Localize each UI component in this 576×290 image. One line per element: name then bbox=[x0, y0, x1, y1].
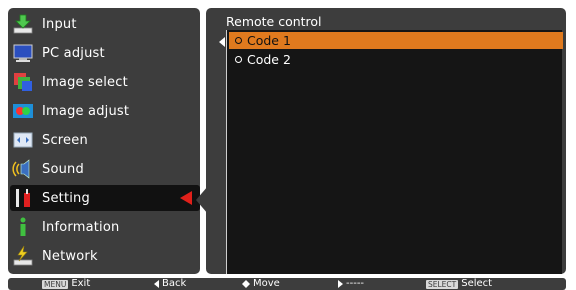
menu-item-image-select[interactable]: Image select bbox=[10, 69, 200, 95]
menu-item-setting[interactable]: Setting bbox=[10, 185, 200, 211]
network-icon bbox=[12, 245, 34, 267]
option-label: Code 2 bbox=[247, 52, 291, 67]
select-hint: SELECT Select bbox=[426, 278, 492, 290]
submenu-title: Remote control bbox=[226, 14, 322, 29]
osd-screen: Input PC adjust Image select Image adjus… bbox=[0, 0, 576, 290]
menu-item-label: Image adjust bbox=[42, 103, 130, 119]
menu-item-label: Sound bbox=[42, 161, 84, 177]
menu-item-network[interactable]: Network bbox=[10, 243, 200, 269]
options-list: Code 1 Code 2 bbox=[226, 30, 563, 274]
menu-item-screen[interactable]: Screen bbox=[10, 127, 200, 153]
information-icon bbox=[12, 216, 34, 238]
image-adjust-icon bbox=[12, 100, 34, 122]
menu-item-information[interactable]: Information bbox=[10, 214, 200, 240]
back-hint: Back bbox=[154, 278, 186, 290]
option-label: Code 1 bbox=[247, 33, 291, 48]
menu-item-label: Network bbox=[42, 248, 98, 264]
submenu-panel: Remote control Code 1 Code 2 bbox=[206, 8, 566, 274]
move-hint: Move bbox=[242, 278, 280, 290]
menu-item-sound[interactable]: Sound bbox=[10, 156, 200, 182]
setting-icon bbox=[12, 187, 34, 209]
image-select-icon bbox=[12, 71, 34, 93]
menu-item-label: PC adjust bbox=[42, 45, 105, 61]
back-arrow-icon[interactable] bbox=[219, 37, 225, 47]
option-code-2[interactable]: Code 2 bbox=[229, 51, 563, 68]
select-label: Select bbox=[461, 278, 493, 289]
select-key-label: SELECT bbox=[426, 279, 459, 289]
pc-adjust-icon bbox=[12, 42, 34, 64]
menu-item-label: Setting bbox=[42, 190, 90, 206]
exit-hint: MENU Exit bbox=[42, 278, 90, 290]
key-guide-bar: MENU Exit Back Move ----- SELECT Select bbox=[8, 278, 566, 290]
menu-item-image-adjust[interactable]: Image adjust bbox=[10, 98, 200, 124]
next-hint: ----- bbox=[338, 278, 364, 290]
selected-arrow-icon bbox=[180, 191, 192, 205]
menu-item-label: Input bbox=[42, 16, 77, 32]
menu-key-label: MENU bbox=[42, 279, 69, 289]
radio-icon bbox=[235, 56, 242, 63]
menu-item-label: Image select bbox=[42, 74, 128, 90]
sound-icon bbox=[12, 158, 34, 180]
menu-item-pc-adjust[interactable]: PC adjust bbox=[10, 40, 200, 66]
menu-item-input[interactable]: Input bbox=[10, 11, 200, 37]
move-label: Move bbox=[253, 278, 280, 289]
right-arrow-icon bbox=[338, 280, 343, 288]
left-arrow-icon bbox=[154, 280, 159, 288]
menu-item-label: Screen bbox=[42, 132, 88, 148]
up-down-arrow-icon bbox=[242, 280, 250, 288]
exit-label: Exit bbox=[71, 278, 91, 289]
screen-icon bbox=[12, 129, 34, 151]
main-menu: Input PC adjust Image select Image adjus… bbox=[8, 8, 200, 274]
next-label: ----- bbox=[346, 278, 365, 289]
input-icon bbox=[12, 13, 34, 35]
option-code-1[interactable]: Code 1 bbox=[229, 32, 563, 49]
back-label: Back bbox=[162, 278, 187, 289]
radio-icon bbox=[235, 37, 242, 44]
menu-item-label: Information bbox=[42, 219, 120, 235]
